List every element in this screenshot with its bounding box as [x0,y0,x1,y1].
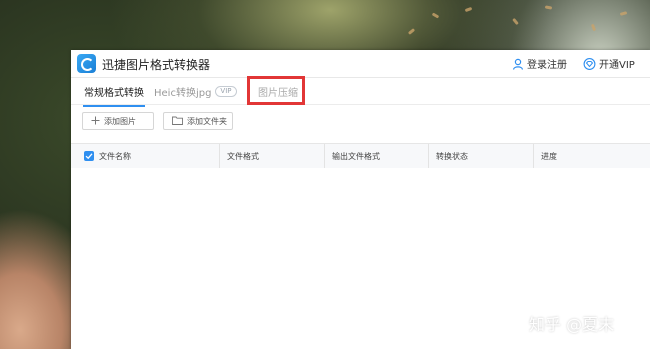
wallpaper-fleck [544,5,553,10]
checkmark-icon [85,153,93,160]
column-header-convert-status: 转换状态 [429,144,534,168]
tab-image-compress[interactable]: 图片压缩 [258,84,298,99]
add-image-label: 添加图片 [104,116,136,126]
login-register-label: 登录注册 [527,60,567,71]
column-file-name-label: 文件名称 [99,151,131,161]
wallpaper-fleck [464,6,473,13]
open-vip-button[interactable]: 开通VIP [583,56,635,71]
app-logo-icon [77,54,96,73]
open-vip-label: 开通VIP [599,60,635,71]
wallpaper-fleck [407,28,416,35]
wallpaper-fleck [619,11,628,16]
wallpaper-fleck [590,23,597,32]
title-bar: 迅捷图片格式转换器 登录注册 开通VIP [71,50,650,78]
toolbar: 添加图片 添加文件夹 [71,112,650,132]
wallpaper-fleck [431,12,440,19]
login-register-button[interactable]: 登录注册 [512,56,567,71]
user-icon [512,58,524,70]
app-window: 迅捷图片格式转换器 登录注册 开通VIP 常规格式转换 Heic转换jpg VI… [71,50,650,349]
tab-heic-label: Heic转换jpg [154,88,212,99]
watermark-text: 知乎 @夏末 [529,315,615,334]
tab-bar: 常规格式转换 Heic转换jpg VIP 图片压缩 [71,78,650,107]
diamond-icon [583,57,596,70]
tab-heic-to-jpg[interactable]: Heic转换jpg VIP [154,84,237,99]
add-folder-button[interactable]: 添加文件夹 [163,112,233,130]
file-table-header: 文件名称 文件格式 输出文件格式 转换状态 进度 [71,143,650,169]
vip-badge: VIP [215,86,237,97]
app-title: 迅捷图片格式转换器 [102,58,211,72]
column-header-output-format: 输出文件格式 [325,144,429,168]
select-all-checkbox[interactable] [84,151,94,161]
add-image-button[interactable]: 添加图片 [82,112,154,130]
column-header-progress: 进度 [541,151,557,161]
plus-icon [91,116,100,127]
column-header-file-name[interactable]: 文件名称 [71,144,220,168]
add-folder-label: 添加文件夹 [187,116,227,126]
folder-icon [172,116,183,127]
tab-normal-conversion[interactable]: 常规格式转换 [83,84,145,107]
wallpaper-fleck [512,17,519,26]
column-header-file-format: 文件格式 [220,144,325,168]
